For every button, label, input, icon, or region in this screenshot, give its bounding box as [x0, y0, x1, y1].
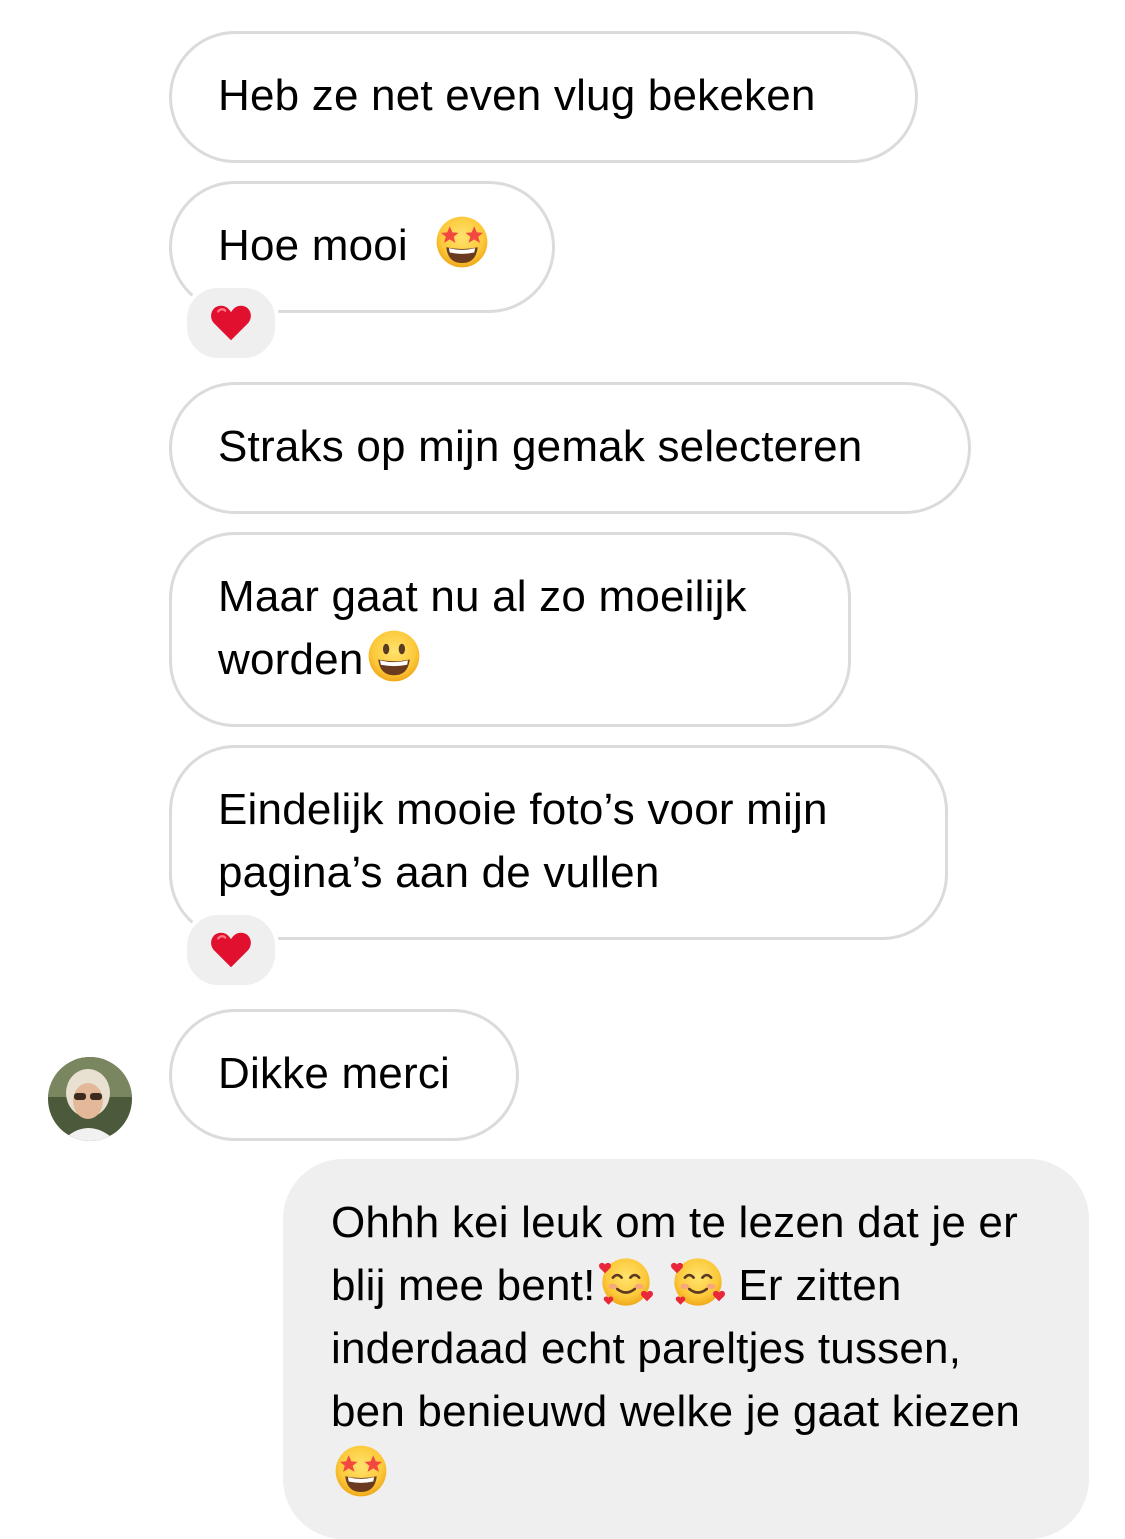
- message-text: Straks op mijn gemak selecteren: [218, 422, 863, 471]
- heart-icon: [208, 300, 254, 346]
- message-bubble-incoming[interactable]: Dikke merci: [169, 1009, 519, 1141]
- message-text: Heb ze net even vlug bekeken: [218, 71, 816, 120]
- message-bubble-incoming[interactable]: Eindelijk mooie foto’s voor mijn pagina’…: [169, 745, 948, 940]
- heart-reaction[interactable]: [183, 284, 279, 362]
- message-text: Hoe mooi: [218, 221, 408, 270]
- smiling-face-with-hearts-emoji-icon: [598, 1254, 654, 1310]
- message-text: Maar gaat nu al zo moeilijk worden: [218, 572, 747, 684]
- heart-icon: [208, 927, 254, 973]
- message-bubble-incoming[interactable]: Maar gaat nu al zo moeilijk worden: [169, 532, 851, 727]
- message-bubble-incoming[interactable]: Straks op mijn gemak selecteren: [169, 382, 971, 514]
- message-bubble-outgoing[interactable]: Ohhh kei leuk om te lezen dat je er blij…: [283, 1159, 1089, 1539]
- heart-reaction[interactable]: [183, 911, 279, 989]
- star-struck-emoji-icon: [333, 1443, 389, 1499]
- sender-avatar[interactable]: [48, 1057, 132, 1141]
- grinning-face-emoji-icon: [366, 628, 422, 684]
- message-text: Eindelijk mooie foto’s voor mijn pagina’…: [218, 785, 828, 897]
- avatar-photo: [48, 1057, 132, 1141]
- message-bubble-incoming[interactable]: Heb ze net even vlug bekeken: [169, 31, 918, 163]
- star-struck-emoji-icon: [434, 214, 490, 270]
- smiling-face-with-hearts-emoji-icon: [670, 1254, 726, 1310]
- message-text: Dikke merci: [218, 1049, 450, 1098]
